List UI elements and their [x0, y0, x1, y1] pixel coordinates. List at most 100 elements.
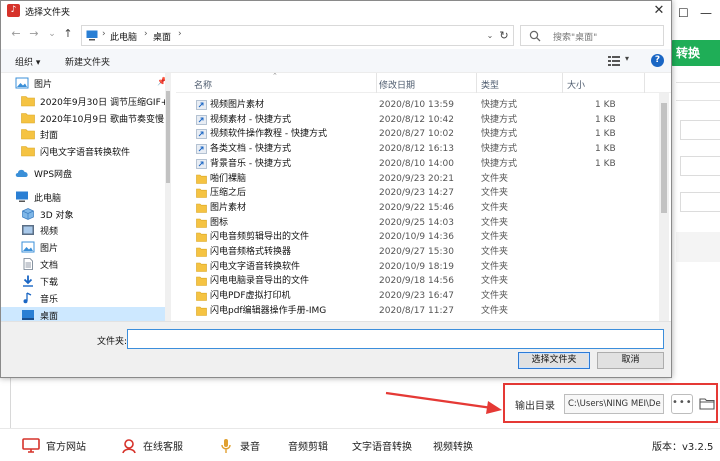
file-row[interactable]: 视频软件操作教程 - 快捷方式 2020/8/27 10:02 快捷方式 1 KB	[176, 128, 658, 140]
file-list-header: ⌃ 名称 修改日期 类型 大小	[176, 73, 671, 93]
file-type: 快捷方式	[481, 129, 518, 140]
file-row[interactable]: 闪电电脑录音导出的文件 2020/9/18 14:56 文件夹	[176, 275, 658, 287]
convert-button[interactable]: 转换	[670, 40, 720, 66]
refresh-icon[interactable]: ↻	[497, 25, 511, 46]
column-separator[interactable]	[376, 73, 377, 93]
file-name: 闪电PDF虚拟打印机	[210, 291, 291, 302]
file-row[interactable]: 背景音乐 - 快捷方式 2020/8/10 14:00 快捷方式 1 KB	[176, 158, 658, 170]
column-type[interactable]: 类型	[481, 78, 499, 91]
tree-item[interactable]: 3D 对象	[1, 206, 165, 222]
column-date[interactable]: 修改日期	[379, 78, 415, 91]
file-date: 2020/9/18 14:56	[379, 276, 454, 287]
file-row[interactable]: 啪们裸脑 2020/9/23 20:21 文件夹	[176, 173, 658, 185]
file-type: 文件夹	[481, 291, 509, 302]
file-date: 2020/9/27 15:30	[379, 247, 454, 257]
tree-item[interactable]: 下载	[1, 273, 165, 289]
text-to-speech-link[interactable]: 文字语音转换	[352, 429, 412, 461]
tree-item[interactable]: 音乐	[1, 290, 165, 306]
address-bar[interactable]: › 此电脑 › 桌面 ›	[81, 25, 514, 46]
breadcrumb-separator: ›	[102, 29, 106, 39]
video-convert-link[interactable]: 视频转换	[433, 429, 473, 461]
divider	[676, 82, 720, 83]
file-row[interactable]: 闪电PDF虚拟打印机 2020/9/23 16:47 文件夹	[176, 290, 658, 302]
file-date: 2020/9/22 15:46	[379, 202, 454, 213]
tree-item[interactable]: 视频	[1, 222, 165, 238]
browse-more-button[interactable]: •••	[671, 394, 693, 414]
online-support-link[interactable]: 在线客服	[121, 429, 183, 461]
tree-item[interactable]: 封面	[1, 126, 165, 142]
file-row[interactable]: 闪电pdf编辑器操作手册-IMG 2020/8/17 11:27 文件夹	[176, 305, 658, 317]
file-row[interactable]: 视频素材 - 快捷方式 2020/8/12 10:42 快捷方式 1 KB	[176, 114, 658, 126]
forward-button[interactable]: →	[27, 27, 41, 41]
settings-field[interactable]	[680, 156, 720, 176]
divider	[10, 378, 11, 428]
app-minimize-button[interactable]: —	[700, 6, 712, 20]
folder-name-input[interactable]	[127, 329, 664, 349]
column-separator[interactable]	[644, 73, 645, 93]
file-row[interactable]: 视频图片素材 2020/8/10 13:59 快捷方式 1 KB	[176, 99, 658, 111]
file-row[interactable]: 闪电音频格式转换器 2020/9/27 15:30 文件夹	[176, 246, 658, 258]
address-history-dropdown[interactable]: ⌄	[483, 25, 497, 46]
tree-item-label: 3D 对象	[40, 210, 74, 221]
navigation-pane: 图片 📌 2020年9月30日 调节压缩GIF+W 2020年10月9日 歌曲节奏变慢…	[1, 73, 171, 321]
tree-item[interactable]: 图片 📌	[1, 75, 165, 91]
file-list: ⌃ 名称 修改日期 类型 大小 视频图片素材 2020/8/10 13:59 快捷方…	[176, 73, 671, 321]
scrollbar-thumb[interactable]	[166, 91, 170, 183]
column-size[interactable]: 大小	[567, 78, 585, 91]
file-type: 文件夹	[481, 232, 509, 243]
tree-item[interactable]: 文档	[1, 256, 165, 272]
navigation-pane-scrollbar[interactable]	[165, 73, 171, 321]
official-website-label: 官方网站	[46, 442, 86, 453]
file-row[interactable]: 图标 2020/9/25 14:03 文件夹	[176, 217, 658, 229]
view-options-icon[interactable]	[608, 55, 620, 67]
open-folder-icon[interactable]	[699, 395, 715, 411]
file-type: 文件夹	[481, 217, 509, 228]
select-folder-button[interactable]: 选择文件夹	[518, 352, 590, 369]
recent-locations-dropdown[interactable]: ⌄	[45, 27, 59, 41]
file-row[interactable]: 闪电音频剪辑导出的文件 2020/10/9 14:36 文件夹	[176, 231, 658, 243]
tree-item[interactable]: 桌面	[1, 307, 165, 321]
back-button[interactable]: ←	[9, 27, 23, 41]
file-row[interactable]: 各类文档 - 快捷方式 2020/8/12 16:13 快捷方式 1 KB	[176, 143, 658, 155]
official-website-link[interactable]: 官方网站	[22, 429, 86, 461]
column-separator[interactable]	[476, 73, 477, 93]
cancel-button[interactable]: 取消	[597, 352, 664, 369]
tree-item[interactable]: 闪电文字语音转换软件	[1, 143, 165, 159]
tree-item[interactable]: 2020年10月9日 歌曲节奏变慢+E	[1, 110, 165, 126]
folder-icon	[196, 174, 207, 184]
file-row[interactable]: 闪电文字语音转换软件 2020/10/9 18:19 文件夹	[176, 261, 658, 273]
column-separator[interactable]	[562, 73, 563, 93]
file-list-scrollbar[interactable]	[659, 93, 669, 321]
file-row[interactable]: 压缩之后 2020/9/23 14:27 文件夹	[176, 187, 658, 199]
help-icon[interactable]: ?	[651, 54, 664, 67]
tree-item-label: 图片	[34, 79, 53, 90]
file-row[interactable]: 图片素材 2020/9/22 15:46 文件夹	[176, 202, 658, 214]
audio-edit-link[interactable]: 音频剪辑	[288, 429, 328, 461]
view-dropdown-icon[interactable]: ▾	[625, 54, 629, 63]
search-box[interactable]: 搜索"桌面"	[520, 25, 664, 46]
breadcrumb-desktop[interactable]: 桌面	[153, 30, 171, 43]
file-type: 文件夹	[481, 261, 509, 272]
settings-field[interactable]	[680, 192, 720, 212]
tree-item-label: 此电脑	[34, 193, 62, 204]
tree-item[interactable]: 2020年9月30日 调节压缩GIF+W	[1, 93, 165, 109]
record-link[interactable]: 录音	[218, 429, 260, 461]
file-type: 文件夹	[481, 305, 509, 316]
file-type: 快捷方式	[481, 100, 518, 110]
tree-item[interactable]: WPS网盘	[1, 165, 165, 181]
settings-field[interactable]	[680, 120, 720, 140]
tree-item[interactable]: 图片	[1, 239, 165, 255]
tree-item-label: 音乐	[40, 294, 59, 305]
close-button[interactable]: ✕	[651, 3, 667, 19]
output-path-field[interactable]: C:\Users\NING MEI\De	[564, 394, 664, 414]
organize-menu[interactable]: 组织 ▾	[15, 55, 40, 68]
column-name[interactable]: 名称	[194, 78, 212, 91]
new-folder-button[interactable]: 新建文件夹	[65, 55, 110, 68]
breadcrumb-this-pc[interactable]: 此电脑	[110, 30, 137, 43]
app-restore-button[interactable]: ☐	[678, 6, 689, 20]
bottom-bar: 官方网站 在线客服 录音 音频剪辑 文字语音转换 视频转换 版本：v3.2.5	[0, 428, 720, 461]
tree-item[interactable]: 此电脑	[1, 189, 165, 205]
scrollbar-thumb[interactable]	[661, 103, 667, 213]
up-button[interactable]: ↑	[61, 27, 75, 41]
divider	[676, 100, 720, 101]
